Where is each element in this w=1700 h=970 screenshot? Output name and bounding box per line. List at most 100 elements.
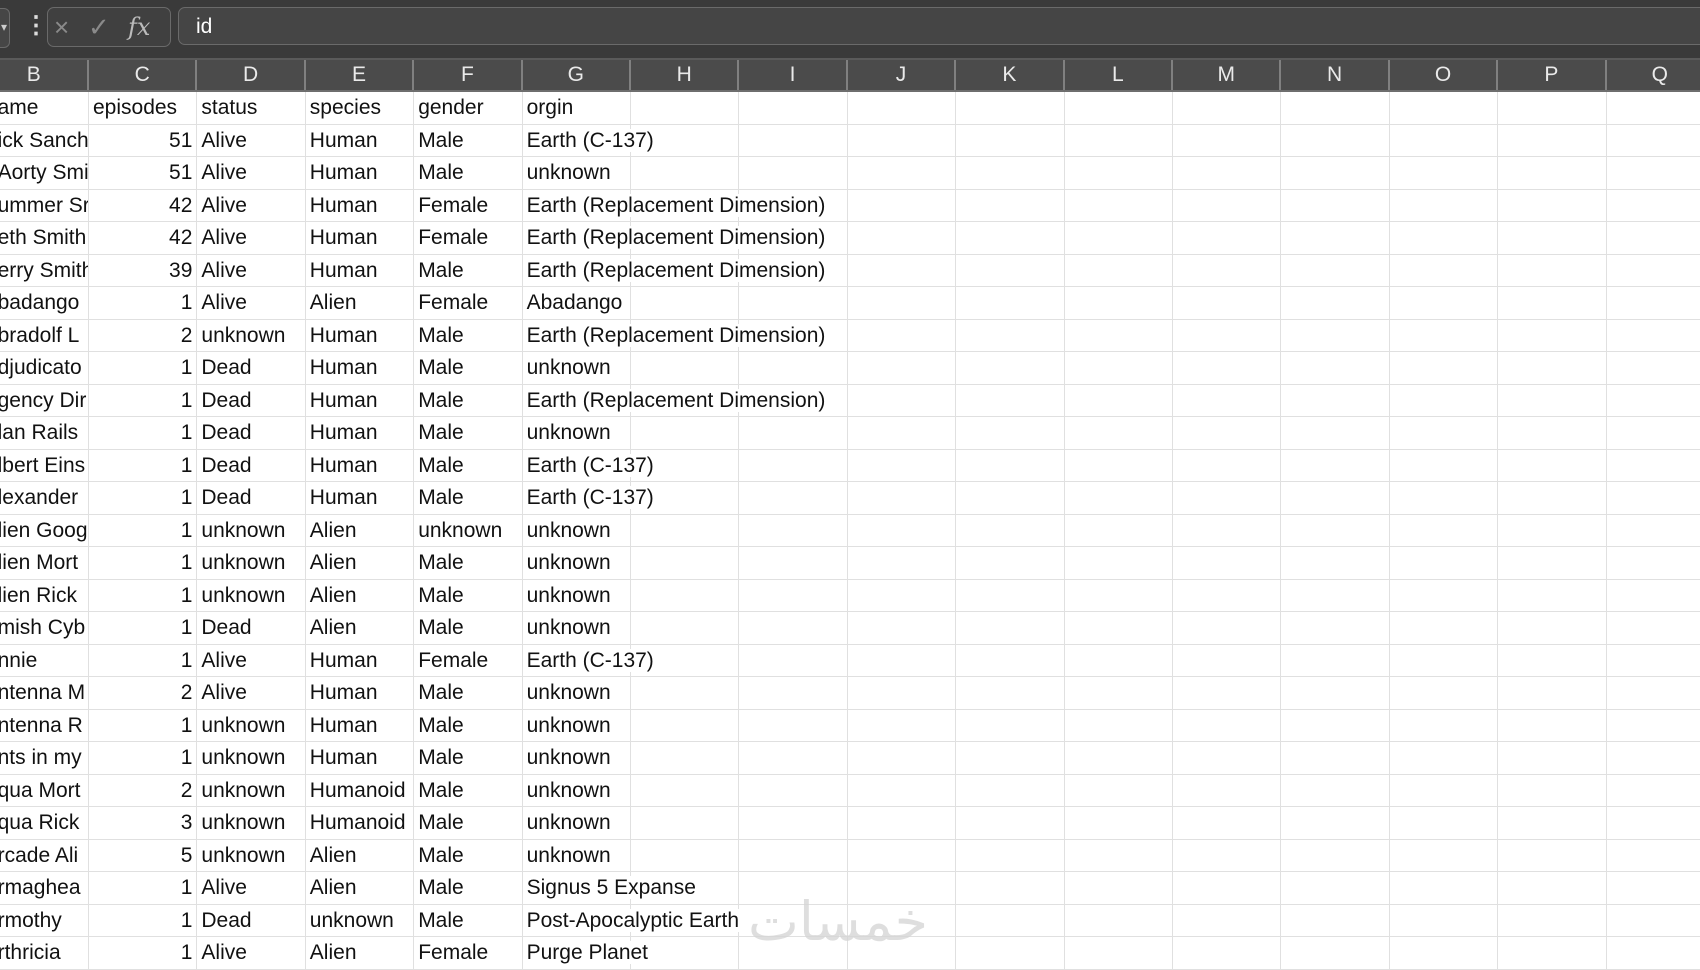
cell-I[interactable]	[739, 287, 848, 320]
cell-B-name[interactable]: rcade Ali	[0, 839, 89, 872]
cell-J[interactable]	[847, 449, 957, 482]
cell-O[interactable]	[1389, 677, 1499, 710]
cell-N[interactable]	[1281, 807, 1390, 840]
cell-F-gender[interactable]: Female	[414, 189, 523, 222]
cell-J[interactable]	[847, 547, 957, 580]
cell-C-episodes[interactable]: episodes	[89, 92, 198, 125]
cell-E-species[interactable]: Alien	[305, 937, 415, 970]
cell-G-origin[interactable]: Earth (C-137)	[522, 449, 656, 482]
cell-G-origin[interactable]: unknown	[522, 839, 631, 872]
cell-O[interactable]	[1389, 839, 1499, 872]
cell-C-episodes[interactable]: 2	[89, 319, 198, 352]
cell-F-gender[interactable]: Male	[414, 612, 523, 645]
cell-N[interactable]	[1281, 709, 1390, 742]
cell-I[interactable]	[739, 417, 848, 450]
cell-C-episodes[interactable]: 1	[89, 384, 198, 417]
cell-E-species[interactable]: unknown	[305, 904, 415, 937]
cell-K[interactable]	[956, 482, 1065, 515]
cell-E-species[interactable]: Human	[305, 677, 415, 710]
cell-E-species[interactable]: Human	[305, 189, 415, 222]
cell-B-name[interactable]: rmothy	[0, 904, 89, 937]
cell-D-status[interactable]: unknown	[197, 774, 306, 807]
cell-E-species[interactable]: Human	[305, 384, 415, 417]
cell-O[interactable]	[1389, 742, 1499, 775]
cell-N[interactable]	[1281, 904, 1390, 937]
cell-L[interactable]	[1064, 287, 1173, 320]
cell-G-origin[interactable]: Earth (C-137)	[522, 482, 656, 515]
column-header-L[interactable]: L	[1065, 60, 1173, 90]
cell-G-origin[interactable]: Earth (C-137)	[522, 124, 656, 157]
cell-H[interactable]	[631, 677, 740, 710]
cell-H[interactable]	[631, 579, 740, 612]
cell-E-species[interactable]: Human	[305, 124, 415, 157]
cell-I[interactable]	[739, 742, 848, 775]
cell-F-gender[interactable]: Female	[414, 287, 523, 320]
cell-F-gender[interactable]: Male	[414, 709, 523, 742]
cell-G-origin[interactable]: Earth (Replacement Dimension)	[522, 189, 828, 222]
cell-F-gender[interactable]: Male	[414, 839, 523, 872]
cell-E-species[interactable]: Human	[305, 417, 415, 450]
cell-M[interactable]	[1173, 319, 1282, 352]
cell-G-origin[interactable]: unknown	[522, 807, 631, 840]
column-header-P[interactable]: P	[1498, 60, 1607, 90]
cell-M[interactable]	[1173, 287, 1282, 320]
cell-O[interactable]	[1389, 319, 1499, 352]
cell-P[interactable]	[1498, 547, 1607, 580]
cell-B-name[interactable]: qua Rick	[0, 807, 89, 840]
cell-N[interactable]	[1281, 189, 1390, 222]
cell-D-status[interactable]: Dead	[197, 417, 306, 450]
column-header-B[interactable]: B	[0, 60, 89, 90]
cell-P[interactable]	[1498, 807, 1607, 840]
cell-H[interactable]	[631, 709, 740, 742]
cell-D-status[interactable]: Dead	[197, 384, 306, 417]
cell-M[interactable]	[1173, 157, 1282, 190]
more-options-icon[interactable]: ⋮	[24, 12, 48, 40]
cell-I[interactable]	[739, 579, 848, 612]
cell-G-origin[interactable]: Earth (Replacement Dimension)	[522, 222, 828, 255]
cell-M[interactable]	[1173, 189, 1282, 222]
cell-O[interactable]	[1389, 124, 1499, 157]
cell-G-origin[interactable]: Signus 5 Expanse	[522, 872, 698, 905]
cell-G-origin[interactable]: unknown	[522, 742, 631, 775]
cell-B-name[interactable]: djudicato	[0, 352, 89, 385]
cell-D-status[interactable]: Alive	[197, 254, 306, 287]
cell-J[interactable]	[847, 417, 957, 450]
cell-N[interactable]	[1281, 612, 1390, 645]
cell-D-status[interactable]: unknown	[197, 319, 306, 352]
cell-O[interactable]	[1389, 709, 1499, 742]
cell-H[interactable]	[631, 807, 740, 840]
cell-N[interactable]	[1281, 579, 1390, 612]
cell-P[interactable]	[1498, 287, 1607, 320]
cell-K[interactable]	[956, 352, 1065, 385]
cell-M[interactable]	[1173, 709, 1282, 742]
cell-B-name[interactable]: ame	[0, 92, 89, 125]
cell-J[interactable]	[847, 514, 957, 547]
cell-J[interactable]	[847, 124, 957, 157]
enter-check-icon[interactable]: ✓	[88, 11, 110, 43]
cell-B-name[interactable]: ntenna M	[0, 677, 89, 710]
cell-E-species[interactable]: Alien	[305, 872, 415, 905]
cell-Q[interactable]	[1606, 937, 1700, 970]
cell-Q[interactable]	[1606, 125, 1700, 157]
cell-L[interactable]	[1064, 92, 1173, 125]
cell-M[interactable]	[1173, 839, 1282, 872]
cell-K[interactable]	[956, 319, 1065, 352]
cell-M[interactable]	[1173, 254, 1282, 287]
cell-M[interactable]	[1173, 937, 1282, 970]
cell-B-name[interactable]: erry Smith	[0, 254, 89, 287]
cell-F-gender[interactable]: Female	[414, 222, 523, 255]
cell-G-origin[interactable]: orgin	[522, 92, 631, 125]
cell-K[interactable]	[956, 157, 1065, 190]
cell-L[interactable]	[1064, 872, 1173, 905]
cell-O[interactable]	[1389, 612, 1499, 645]
cell-C-episodes[interactable]: 1	[89, 579, 198, 612]
cell-C-episodes[interactable]: 39	[89, 254, 198, 287]
cell-F-gender[interactable]: Male	[414, 579, 523, 612]
cell-K[interactable]	[956, 579, 1065, 612]
cell-H[interactable]	[631, 157, 740, 190]
cell-B-name[interactable]: lbert Eins	[0, 449, 89, 482]
cell-E-species[interactable]: Human	[305, 742, 415, 775]
cell-G-origin[interactable]: unknown	[522, 352, 631, 385]
cell-O[interactable]	[1389, 579, 1499, 612]
cell-P[interactable]	[1498, 482, 1607, 515]
